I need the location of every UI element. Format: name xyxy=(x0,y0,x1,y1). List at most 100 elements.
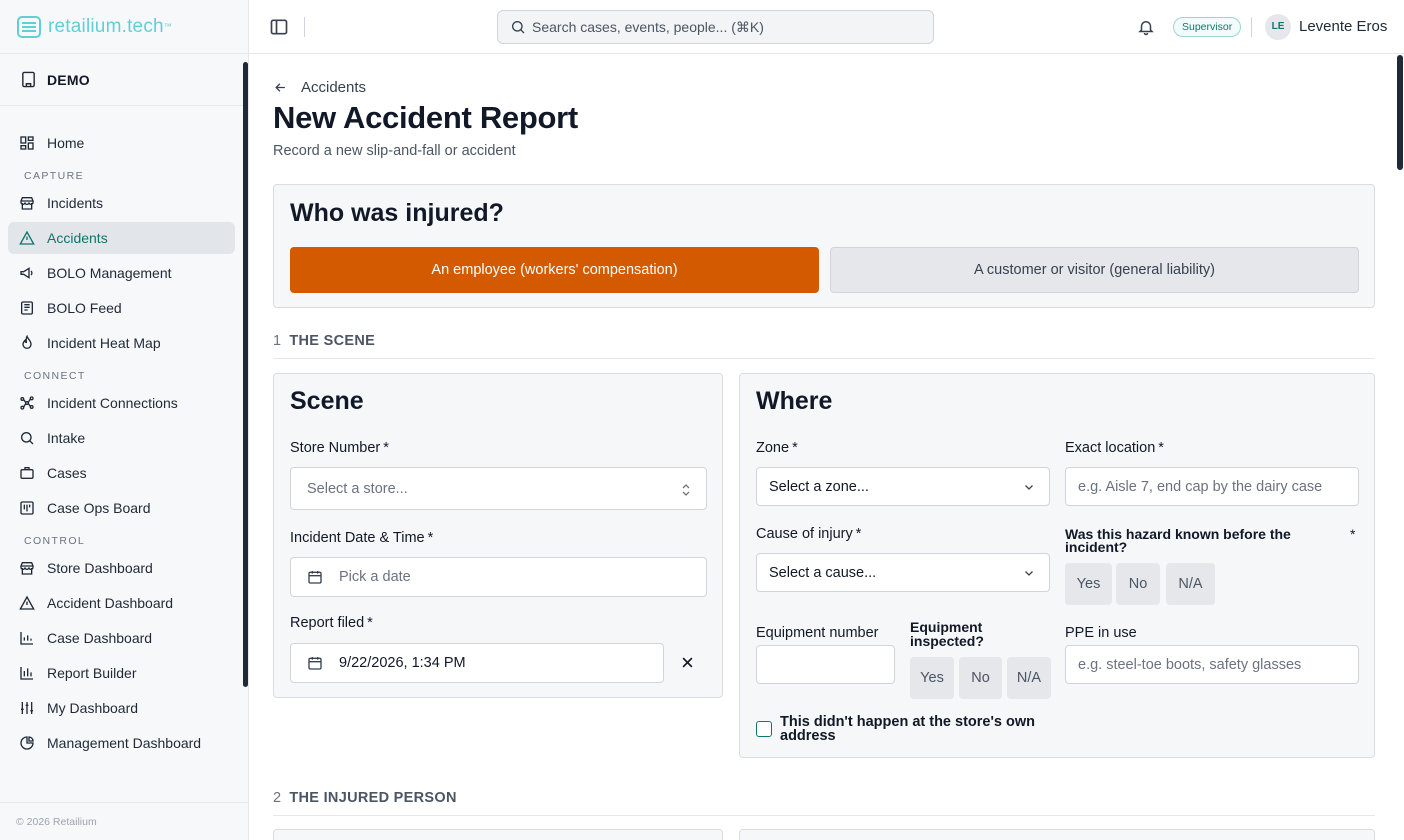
topbar-divider xyxy=(304,17,305,37)
store-icon xyxy=(20,562,34,575)
org-name: DEMO xyxy=(47,71,90,88)
hazard-no-button[interactable]: No xyxy=(1116,563,1160,605)
label-text: Report filed xyxy=(290,615,365,631)
sidebar-item-label: Management Dashboard xyxy=(47,735,202,751)
sidebar-item-label: My Dashboard xyxy=(47,700,139,716)
injured-type-card: Who was injured? An employee (workers' c… xyxy=(273,184,1375,308)
sidebar-item-label: Cases xyxy=(47,465,87,481)
report-filed-value: 9/22/2026, 1:34 PM xyxy=(339,655,466,671)
label-text: Cause of injury xyxy=(756,526,853,542)
sidebar-item-case-ops[interactable]: Case Ops Board xyxy=(8,492,235,524)
calendar-icon xyxy=(308,571,322,584)
brand-logo-icon xyxy=(17,15,41,38)
chevrons-up-down-icon xyxy=(682,484,690,496)
nav-section-control: CONTROL xyxy=(24,535,86,547)
equipment-number-input[interactable] xyxy=(756,645,895,684)
sidebar-nav: Home CAPTURE Incidents Accidents BOLO Ma… xyxy=(8,127,235,762)
sidebar: retailium.tech ™ DEMO Home CAPTURE Incid… xyxy=(0,0,249,840)
sidebar-item-heat-map[interactable]: Incident Heat Map xyxy=(8,327,235,359)
required-mark: * xyxy=(1350,526,1356,542)
sliders-icon xyxy=(21,702,33,714)
required-mark: * xyxy=(855,526,862,542)
clear-icon[interactable] xyxy=(680,655,695,670)
report-filed-label: Report filed * xyxy=(290,615,373,631)
offsite-checkbox-label[interactable]: This didn't happen at the store's own ad… xyxy=(780,715,1035,744)
topbar-divider xyxy=(1251,17,1252,37)
newspaper-icon xyxy=(21,301,33,315)
offsite-checkbox[interactable] xyxy=(756,721,772,737)
sidebar-item-case-dashboard[interactable]: Case Dashboard xyxy=(8,622,235,654)
building-icon xyxy=(22,71,35,88)
chart-icon xyxy=(20,667,33,680)
sidebar-item-cases[interactable]: Cases xyxy=(8,457,235,489)
sidebar-item-store-dashboard[interactable]: Store Dashboard xyxy=(8,552,235,584)
label-text: Store Number xyxy=(290,440,381,456)
incident-date-picker[interactable]: Pick a date xyxy=(290,557,707,597)
required-mark: * xyxy=(427,530,434,546)
equipment-no-button[interactable]: No xyxy=(959,657,1002,699)
report-filed-picker[interactable]: 9/22/2026, 1:34 PM xyxy=(290,643,664,683)
sidebar-item-incident-connections[interactable]: Incident Connections xyxy=(8,387,235,419)
store-select[interactable]: Select a store... xyxy=(290,467,707,510)
injured-type-title: Who was injured? xyxy=(290,199,504,227)
employee-option-button[interactable]: An employee (workers' compensation) xyxy=(290,247,819,293)
brand[interactable]: retailium.tech ™ xyxy=(0,0,248,54)
sidebar-item-label: Home xyxy=(47,135,85,151)
equipment-na-button[interactable]: N/A xyxy=(1007,657,1051,699)
sidebar-item-label: Case Ops Board xyxy=(47,500,151,516)
sidebar-item-bolo-management[interactable]: BOLO Management xyxy=(8,257,235,289)
back-link[interactable]: Accidents xyxy=(273,79,366,96)
dashboard-grid-icon xyxy=(20,136,34,150)
section-title: THE INJURED PERSON xyxy=(289,790,457,806)
sidebar-item-management-dashboard[interactable]: Management Dashboard xyxy=(8,727,235,759)
label-line: incident? xyxy=(1065,539,1128,555)
sidebar-scrollbar[interactable] xyxy=(243,62,248,687)
sidebar-item-bolo-feed[interactable]: BOLO Feed xyxy=(8,292,235,324)
exact-location-placeholder: e.g. Aisle 7, end cap by the dairy case xyxy=(1078,478,1323,495)
brand-name: retailium.tech xyxy=(48,15,164,37)
hazard-na-button[interactable]: N/A xyxy=(1166,563,1215,605)
scene-title: Scene xyxy=(290,387,364,415)
sidebar-item-incidents[interactable]: Incidents xyxy=(8,187,235,219)
sidebar-item-accident-dashboard[interactable]: Accident Dashboard xyxy=(8,587,235,619)
arrow-left-icon xyxy=(275,83,285,92)
where-title: Where xyxy=(756,387,833,415)
sidebar-item-home[interactable]: Home xyxy=(8,127,235,159)
exact-location-input[interactable]: e.g. Aisle 7, end cap by the dairy case xyxy=(1065,467,1359,506)
required-mark: * xyxy=(383,440,389,456)
sidebar-item-label: Incident Heat Map xyxy=(47,335,161,351)
user-avatar[interactable]: LE xyxy=(1265,14,1291,40)
section-header-scene: 1 THE SCENE xyxy=(273,333,1375,359)
equipment-inspected-label: Equipment inspected? xyxy=(910,620,984,648)
label-line: inspected? xyxy=(910,633,984,649)
where-card: Where Zone * Select a zone... Exact locat… xyxy=(739,373,1375,758)
hazard-yes-button[interactable]: Yes xyxy=(1065,563,1112,605)
cause-select[interactable]: Select a cause... xyxy=(756,553,1050,592)
org-switcher[interactable]: DEMO xyxy=(0,54,248,106)
equipment-yes-button[interactable]: Yes xyxy=(910,657,954,699)
sidebar-item-accidents[interactable]: Accidents xyxy=(8,222,235,254)
search-placeholder: Search cases, events, people... (⌘K) xyxy=(532,18,764,35)
injured-person-card xyxy=(273,829,723,840)
notification-bell-icon[interactable] xyxy=(1137,18,1155,36)
sidebar-item-label: Incident Connections xyxy=(47,395,178,411)
user-name[interactable]: Levente Eros xyxy=(1299,18,1387,35)
section-header-injured-person: 2 THE INJURED PERSON xyxy=(273,790,1375,816)
global-search-input[interactable]: Search cases, events, people... (⌘K) xyxy=(497,10,934,44)
sidebar-item-label: Incidents xyxy=(47,195,104,211)
customer-option-button[interactable]: A customer or visitor (general liability… xyxy=(830,247,1359,293)
sidebar-item-intake[interactable]: Intake xyxy=(8,422,235,454)
sidebar-item-report-builder[interactable]: Report Builder xyxy=(8,657,235,689)
ppe-input[interactable]: e.g. steel-toe boots, safety glasses xyxy=(1065,645,1359,684)
sidebar-toggle-icon[interactable] xyxy=(269,17,289,37)
megaphone-icon xyxy=(20,267,33,279)
sidebar-item-label: Case Dashboard xyxy=(47,630,153,646)
cause-label: Cause of injury * xyxy=(756,526,861,542)
sidebar-item-my-dashboard[interactable]: My Dashboard xyxy=(8,692,235,724)
required-mark: * xyxy=(1158,440,1164,456)
exact-location-label: Exact location * xyxy=(1065,440,1164,456)
label-text: Exact location xyxy=(1065,440,1156,456)
zone-select[interactable]: Select a zone... xyxy=(756,467,1050,506)
equipment-number-label: Equipment number xyxy=(756,625,879,641)
main-scrollbar[interactable] xyxy=(1397,55,1403,170)
